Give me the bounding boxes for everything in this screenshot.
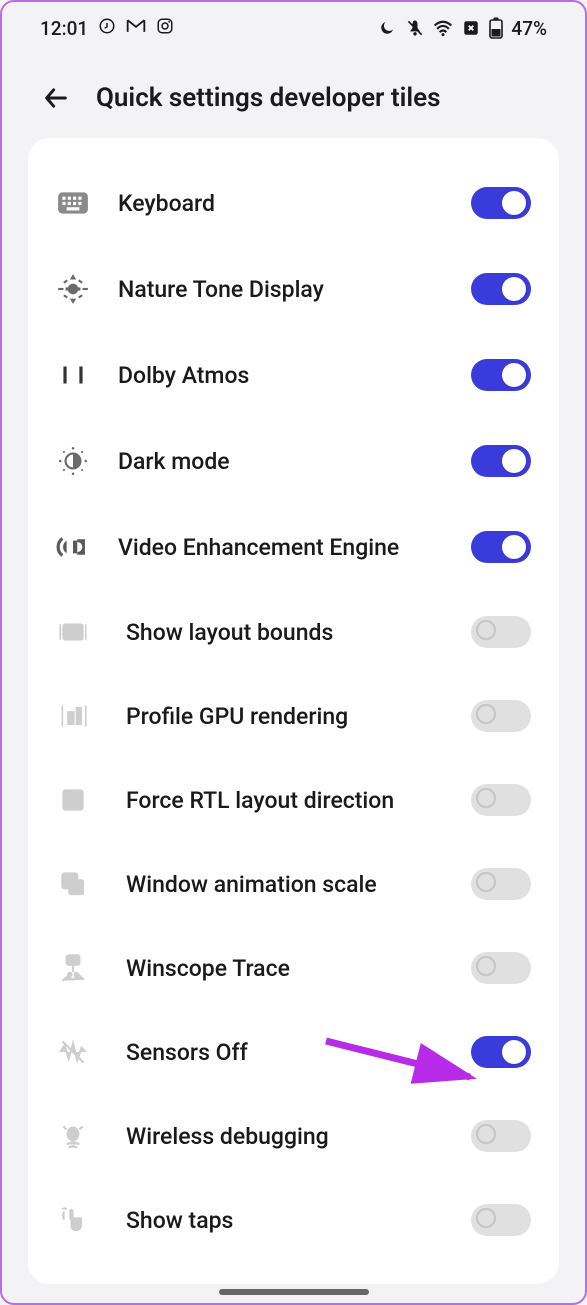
tiles-card: Keyboard Nature Tone Display Dolby Atmos Da… bbox=[28, 138, 559, 1284]
toggle-sensors-off[interactable] bbox=[471, 1036, 531, 1068]
tile-row-show-taps: Show taps bbox=[28, 1178, 559, 1262]
tile-row-layout-bounds: Show layout bounds bbox=[28, 590, 559, 674]
dark-mode-icon bbox=[56, 444, 104, 478]
toggle-keyboard[interactable] bbox=[471, 187, 531, 219]
tile-row-sensors-off: Sensors Off bbox=[28, 1010, 559, 1094]
tile-label: Profile GPU rendering bbox=[104, 703, 471, 730]
tile-row-force-rtl: Force RTL layout direction bbox=[28, 758, 559, 842]
battery-icon bbox=[489, 18, 503, 38]
tile-row-window-anim: Window animation scale bbox=[28, 842, 559, 926]
tile-label: Window animation scale bbox=[104, 871, 471, 898]
tile-label: Nature Tone Display bbox=[104, 276, 471, 303]
tile-label: Wireless debugging bbox=[104, 1123, 471, 1150]
toggle-layout-bounds[interactable] bbox=[471, 616, 531, 648]
arrow-left-icon bbox=[42, 84, 70, 112]
winscope-icon bbox=[56, 951, 104, 985]
tile-row-dark-mode: Dark mode bbox=[28, 418, 559, 504]
status-bar: 12:01 47% bbox=[2, 2, 585, 52]
tile-label: Video Enhancement Engine bbox=[104, 534, 471, 561]
force-rtl-icon bbox=[56, 783, 104, 817]
tile-label: Keyboard bbox=[104, 190, 471, 217]
layout-bounds-icon bbox=[56, 615, 104, 649]
tile-row-dolby-atmos: Dolby Atmos bbox=[28, 332, 559, 418]
header: Quick settings developer tiles bbox=[2, 52, 585, 138]
toggle-window-anim[interactable] bbox=[471, 868, 531, 900]
gpu-render-icon bbox=[56, 699, 104, 733]
tile-label: Show taps bbox=[104, 1207, 471, 1234]
status-time: 12:01 bbox=[40, 17, 88, 40]
toggle-video-enhance[interactable] bbox=[471, 531, 531, 563]
tile-row-video-enhance: Video Enhancement Engine bbox=[28, 504, 559, 590]
tile-label: Sensors Off bbox=[104, 1039, 471, 1066]
toggle-dark-mode[interactable] bbox=[471, 445, 531, 477]
back-button[interactable] bbox=[40, 82, 72, 114]
tile-row-gpu-render: Profile GPU rendering bbox=[28, 674, 559, 758]
keyboard-icon bbox=[56, 186, 104, 220]
dolby-atmos-icon bbox=[56, 358, 104, 392]
close-box-icon bbox=[461, 18, 481, 38]
clock-icon bbox=[98, 17, 116, 40]
tile-label: Force RTL layout direction bbox=[104, 787, 471, 814]
sensors-off-icon bbox=[56, 1035, 104, 1069]
toggle-nature-tone[interactable] bbox=[471, 273, 531, 305]
toggle-wireless-debug[interactable] bbox=[471, 1120, 531, 1152]
tile-label: Winscope Trace bbox=[104, 955, 471, 982]
window-anim-icon bbox=[56, 867, 104, 901]
tile-row-nature-tone: Nature Tone Display bbox=[28, 246, 559, 332]
video-enhance-icon bbox=[56, 530, 104, 564]
toggle-force-rtl[interactable] bbox=[471, 784, 531, 816]
status-right: 47% bbox=[377, 17, 547, 40]
status-left: 12:01 bbox=[40, 17, 174, 40]
toggle-dolby-atmos[interactable] bbox=[471, 359, 531, 391]
moon-icon bbox=[377, 18, 397, 38]
instagram-icon bbox=[156, 17, 174, 40]
gmail-icon bbox=[126, 17, 146, 40]
tile-row-keyboard: Keyboard bbox=[28, 160, 559, 246]
toggle-gpu-render[interactable] bbox=[471, 700, 531, 732]
show-taps-icon bbox=[56, 1203, 104, 1237]
tile-row-winscope: Winscope Trace bbox=[28, 926, 559, 1010]
tile-label: Dolby Atmos bbox=[104, 362, 471, 389]
nav-home-indicator[interactable] bbox=[219, 1289, 369, 1295]
wireless-debug-icon bbox=[56, 1119, 104, 1153]
tile-label: Dark mode bbox=[104, 448, 471, 475]
wifi-icon bbox=[433, 18, 453, 38]
tile-label: Show layout bounds bbox=[104, 619, 471, 646]
toggle-winscope[interactable] bbox=[471, 952, 531, 984]
tile-row-wireless-debug: Wireless debugging bbox=[28, 1094, 559, 1178]
toggle-show-taps[interactable] bbox=[471, 1204, 531, 1236]
battery-text: 47% bbox=[511, 17, 547, 40]
nature-tone-icon bbox=[56, 272, 104, 306]
mute-icon bbox=[405, 18, 425, 38]
page-title: Quick settings developer tiles bbox=[96, 83, 440, 113]
